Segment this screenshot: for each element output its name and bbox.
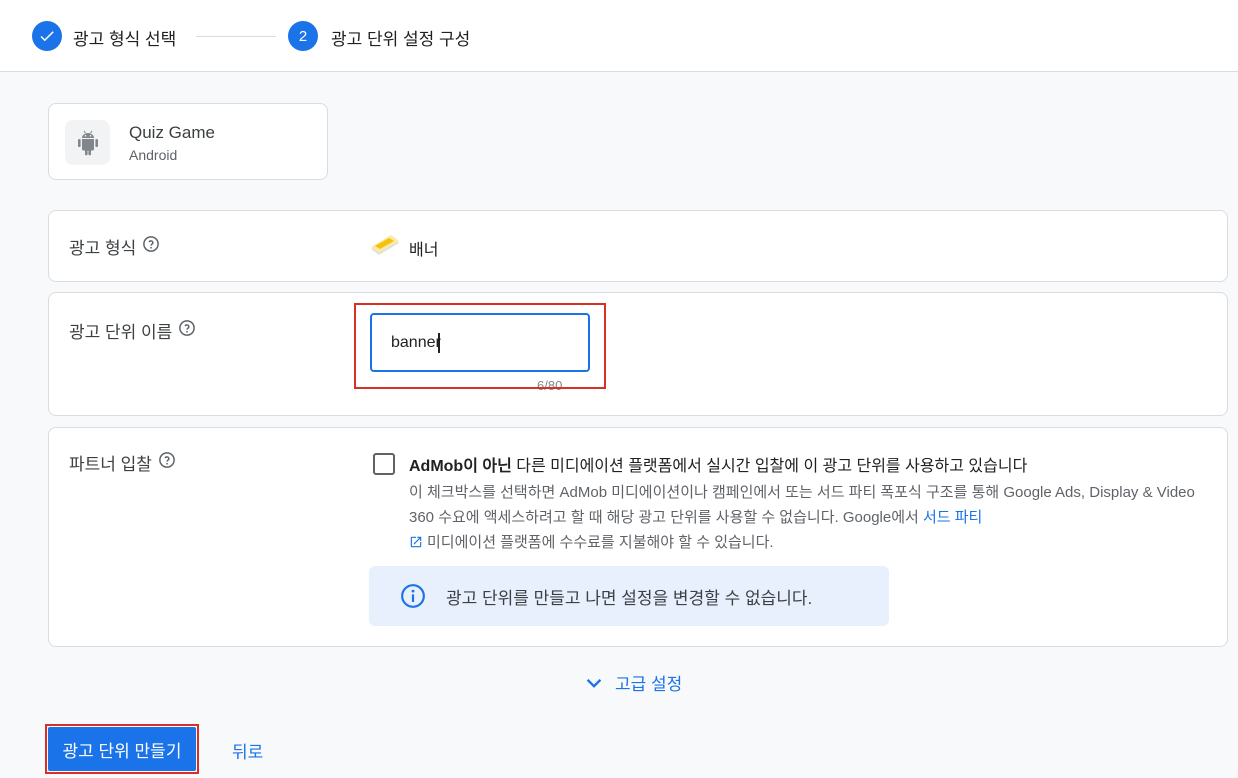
app-name: Quiz Game <box>129 123 215 142</box>
app-platform: Android <box>129 147 178 163</box>
banner-icon <box>369 233 401 262</box>
step2-number: 2 <box>288 21 318 51</box>
partner-bidding-description: 이 체크박스를 선택하면 AdMob 미디에이션이나 캠페인에서 또는 서드 파… <box>409 480 1199 557</box>
advanced-settings-toggle[interactable]: 고급 설정 <box>583 670 682 695</box>
help-icon[interactable] <box>142 235 160 258</box>
ad-unit-name-label-row: 광고 단위 이름 <box>69 318 196 343</box>
checkbox-label-rest: 다른 미디에이션 플랫폼에서 실시간 입찰에 이 광고 단위를 사용하고 있습니… <box>511 458 1028 475</box>
partner-bidding-label-row: 파트너 입찰 <box>69 450 176 475</box>
step2-label: 광고 단위 설정 구성 <box>331 30 471 49</box>
partner-bidding-checkbox-label[interactable]: AdMob이 아닌 다른 미디에이션 플랫폼에서 실시간 입찰에 이 광고 단위… <box>409 452 1027 476</box>
ad-format-card: 광고 형식 배너 <box>48 210 1228 282</box>
chevron-down-icon <box>586 678 602 688</box>
partner-bidding-card: 파트너 입찰 AdMob이 아닌 다른 미디에이션 플랫폼에서 실시간 입찰에 … <box>48 427 1228 647</box>
help-icon[interactable] <box>178 319 196 342</box>
partner-bidding-checkbox[interactable] <box>373 453 395 475</box>
info-text: 광고 단위를 만들고 나면 설정을 변경할 수 없습니다. <box>446 588 813 608</box>
step-connector <box>196 36 276 37</box>
description-tail: 미디에이션 플랫폼에 수수료를 지불해야 할 수 있습니다. <box>427 534 774 551</box>
step1-label: 광고 형식 선택 <box>73 30 177 49</box>
ad-format-value-text: 배너 <box>409 241 439 259</box>
android-icon <box>65 120 110 165</box>
partner-bidding-label: 파트너 입찰 <box>69 455 152 474</box>
ad-format-label: 광고 형식 <box>69 239 137 258</box>
info-icon <box>400 583 426 609</box>
third-party-link[interactable]: 서드 파티 <box>923 509 982 526</box>
input-highlight-box <box>354 303 606 389</box>
info-notice: 광고 단위를 만들고 나면 설정을 변경할 수 없습니다. <box>369 566 889 626</box>
back-button[interactable]: 뒤로 <box>232 738 263 763</box>
create-button-highlight-box <box>45 724 199 774</box>
external-link-icon[interactable] <box>409 532 423 557</box>
help-icon[interactable] <box>158 451 176 474</box>
ad-unit-name-label: 광고 단위 이름 <box>69 323 173 342</box>
ad-format-value: 배너 <box>369 233 438 262</box>
checkbox-label-bold: AdMob이 아닌 <box>409 458 512 475</box>
ad-unit-name-card: 광고 단위 이름 6/80 <box>48 292 1228 416</box>
ad-format-label-row: 광고 형식 <box>69 234 160 259</box>
stepper: 광고 형식 선택 2 광고 단위 설정 구성 <box>0 0 1238 72</box>
step1-check-icon <box>32 21 62 51</box>
advanced-settings-label: 고급 설정 <box>615 675 683 694</box>
app-card: Quiz Game Android <box>48 103 328 180</box>
description-text: 이 체크박스를 선택하면 AdMob 미디에이션이나 캠페인에서 또는 서드 파… <box>409 484 1195 526</box>
